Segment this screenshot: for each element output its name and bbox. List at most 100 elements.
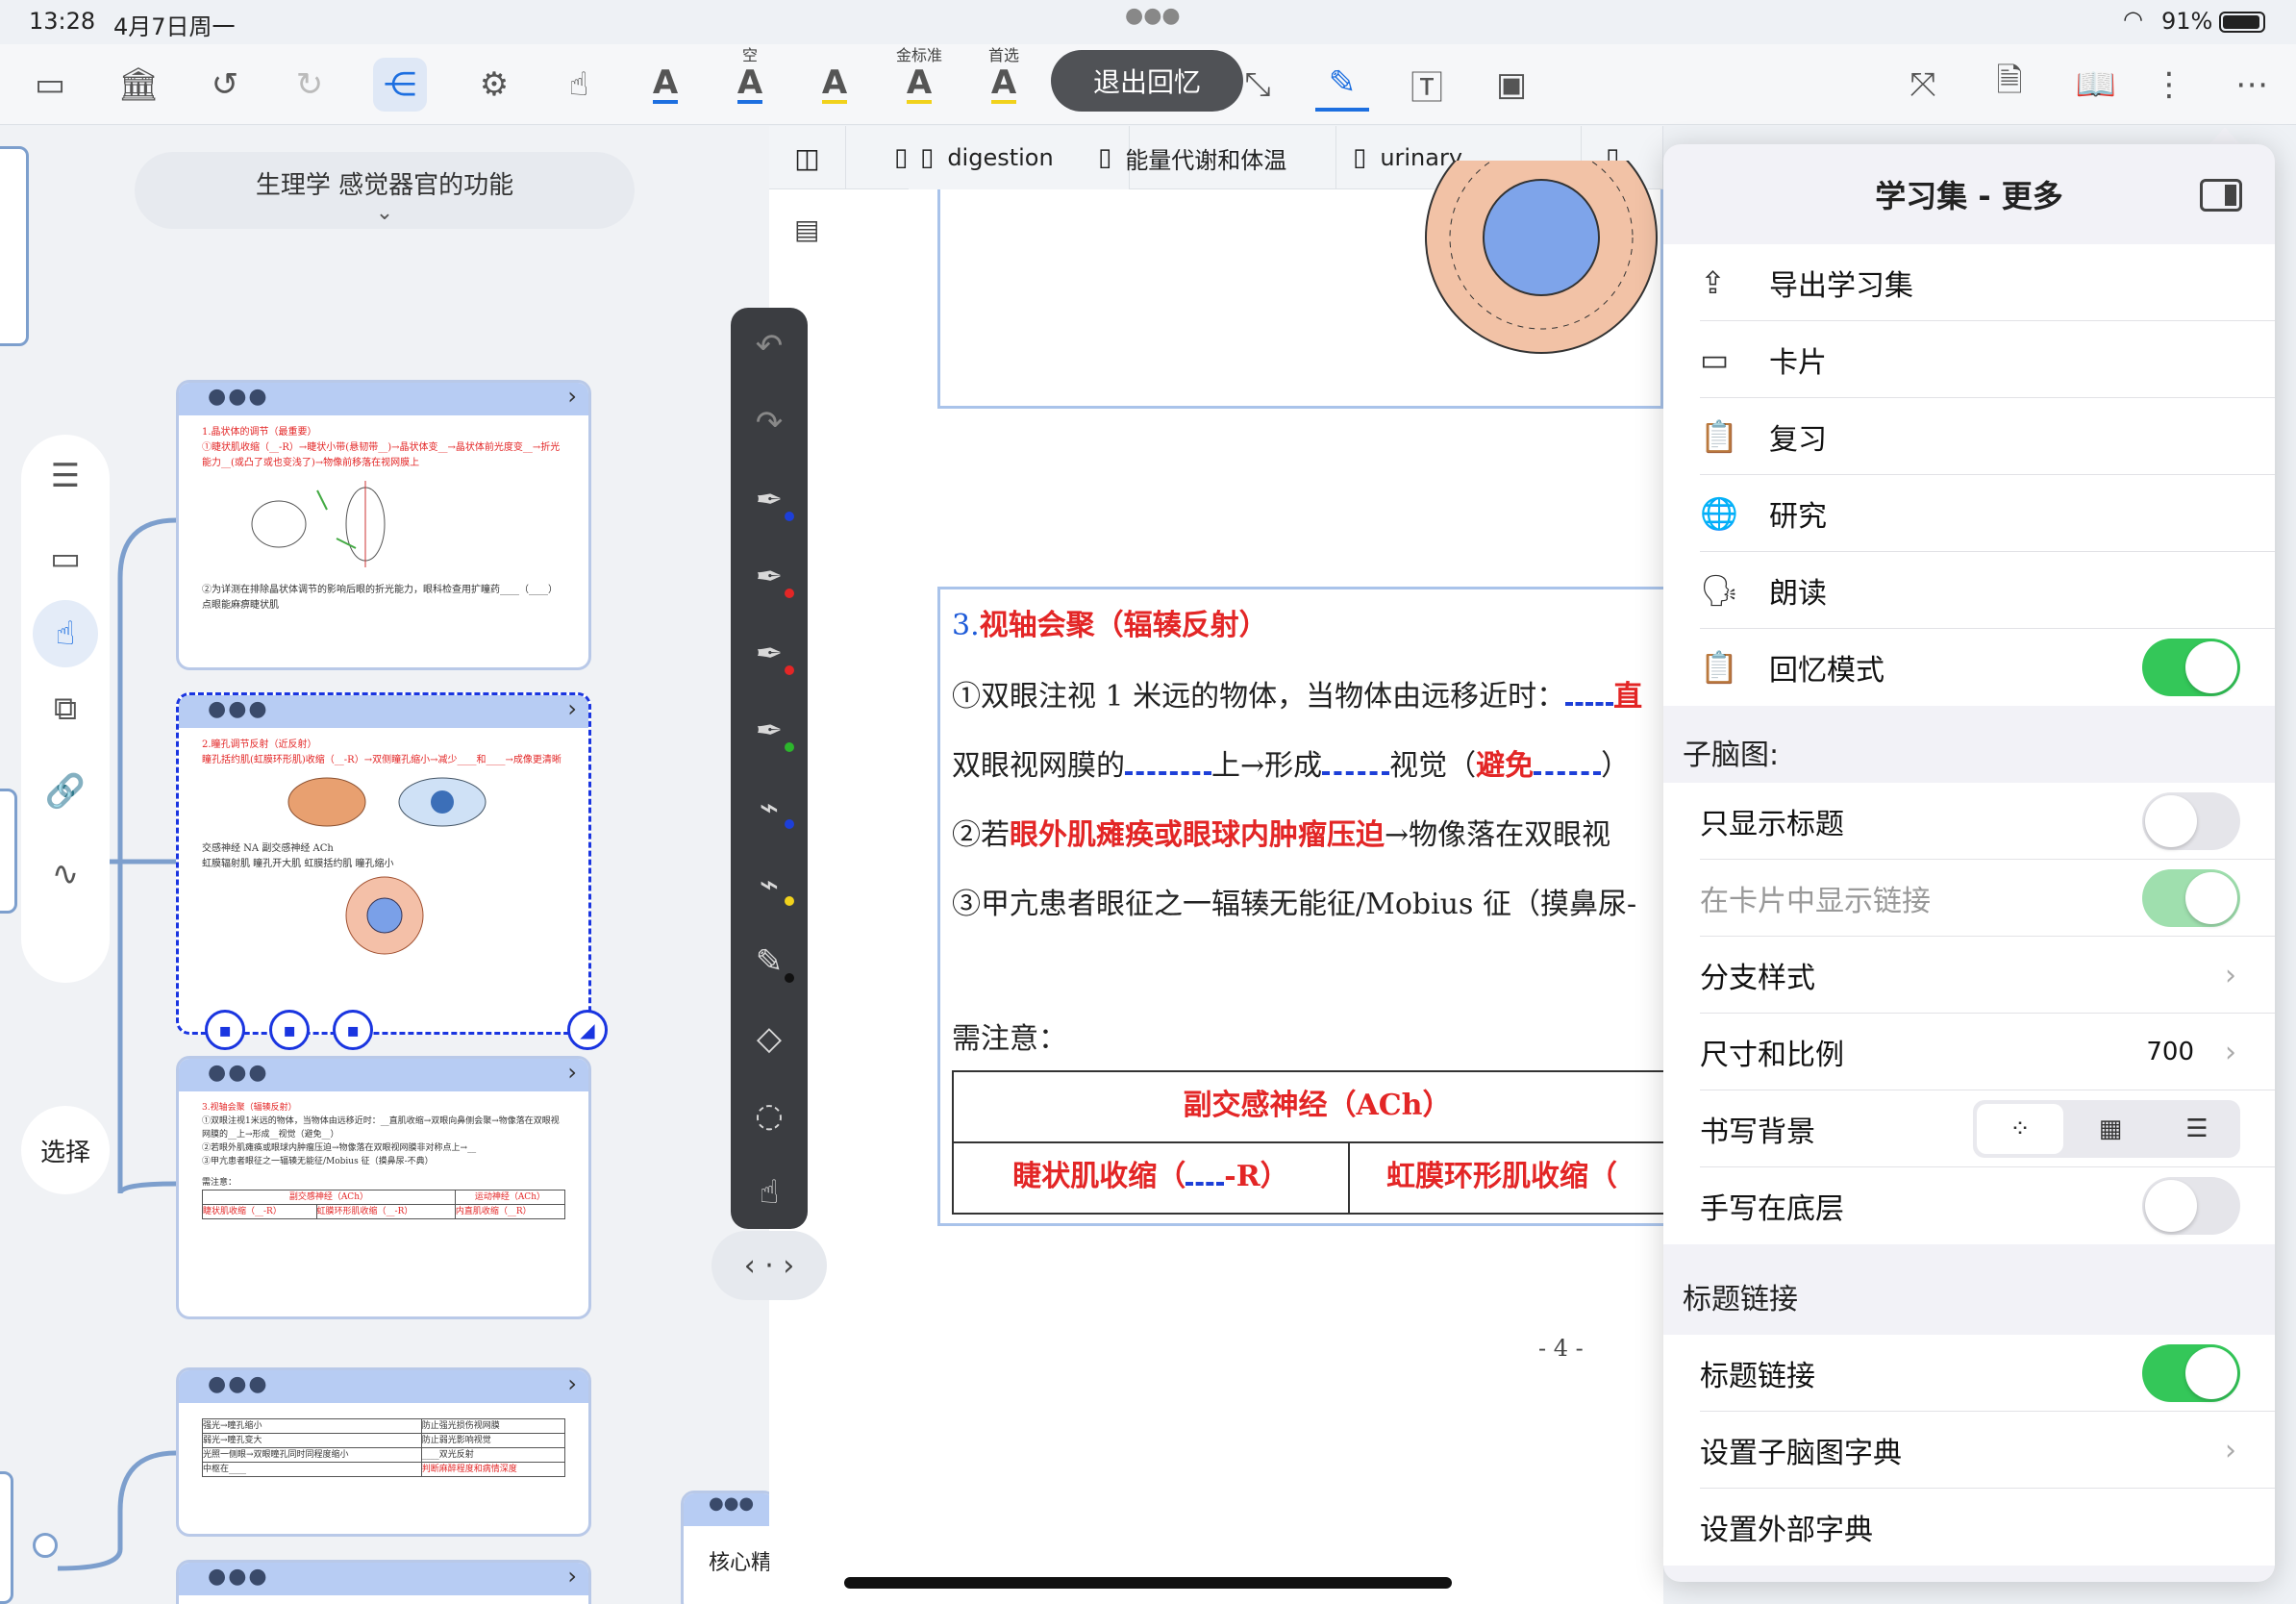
undo-icon[interactable]: ↺ — [198, 58, 252, 112]
pen-style-a-icon[interactable]: A — [638, 58, 692, 112]
left-offscreen-node[interactable] — [0, 146, 29, 346]
write-bottom-layer-toggle[interactable] — [2142, 1177, 2240, 1235]
pen-style-gold-icon[interactable]: 金标准 A — [892, 46, 946, 112]
mindmap-card-5[interactable]: ●●● › — [176, 1560, 591, 1604]
redo-icon[interactable]: ↻ — [283, 58, 337, 112]
research-item[interactable]: 🌐 研究 — [1663, 475, 2275, 552]
highlighter-blue-icon[interactable]: ⌁ — [731, 769, 808, 846]
more-vertical-icon[interactable]: ⋮ — [2142, 58, 2196, 112]
pen-style-b-icon[interactable]: A — [808, 58, 861, 112]
pencil-icon[interactable]: ✎ — [1315, 58, 1369, 112]
title-link-toggle[interactable] — [2142, 1344, 2240, 1402]
layout-icon[interactable]: ▭ — [21, 517, 110, 600]
search-document-icon[interactable]: 🗎 — [1983, 58, 2036, 112]
mindmap-card-2-selected[interactable]: ●●● › 2.瞳孔调节反射（近反射） 瞳孔括约肌(虹膜环形肌)收缩（__-R）→… — [176, 692, 591, 1035]
write-bottom-layer-item: 手写在底层 — [1663, 1167, 2275, 1244]
recall-mode-toggle[interactable] — [2142, 639, 2240, 696]
document-icon: ▯ — [894, 143, 909, 172]
iris-illustration — [345, 876, 424, 955]
lines-icon[interactable]: ☰ — [2154, 1100, 2240, 1158]
bookmark-book-icon[interactable]: 📖 — [2069, 58, 2123, 112]
chevron-right-icon[interactable]: › — [567, 383, 577, 410]
palette-undo-icon[interactable]: ↶ — [731, 308, 808, 385]
comment-icon[interactable]: ▪ — [205, 1010, 245, 1050]
chevron-right-icon[interactable]: › — [567, 1059, 577, 1086]
show-links-toggle[interactable] — [2142, 869, 2240, 927]
pen-style-first-icon[interactable]: 首选 A — [977, 46, 1031, 112]
add-child-icon[interactable]: ▪ — [269, 1010, 310, 1050]
branch-style-item[interactable]: 分支样式 › — [1663, 937, 2275, 1014]
collapse-icon[interactable]: ⤧ — [1896, 58, 1950, 112]
size-ratio-item[interactable]: 尺寸和比例 700 › — [1663, 1014, 2275, 1090]
list-icon[interactable]: ☰ — [21, 435, 110, 517]
hand-pointer-icon[interactable]: ☝ — [552, 58, 606, 112]
card-menu-icon[interactable]: ●●● — [208, 1372, 269, 1396]
iris-figure — [1425, 161, 1658, 354]
exit-recall-button[interactable]: 退出回忆 — [1051, 50, 1243, 112]
chevron-down-icon[interactable]: ⌄ — [135, 201, 635, 225]
highlighter-yellow-icon[interactable]: ⌁ — [731, 846, 808, 923]
pen-style-blank-icon[interactable]: 空A — [723, 46, 777, 112]
image-icon[interactable]: ▣ — [1485, 58, 1538, 112]
mindmap-icon[interactable]: ⋲ — [373, 58, 427, 112]
sub-map-dictionary-item[interactable]: 设置子脑图字典 › — [1663, 1412, 2275, 1489]
external-dictionary-item[interactable]: 设置外部字典 — [1663, 1489, 2275, 1566]
card-menu-icon[interactable]: ●●● — [208, 385, 269, 409]
titles-only-toggle[interactable] — [2142, 792, 2240, 850]
notebook-icon[interactable]: ▤ — [794, 213, 819, 245]
resize-handle-icon[interactable]: ◢ — [567, 1010, 608, 1050]
text-box-icon[interactable]: 🅃 — [1400, 58, 1454, 112]
fountain-pen-green-icon[interactable]: ✒ — [731, 692, 808, 769]
squiggle-icon[interactable]: ∿ — [21, 833, 110, 915]
lens-sketch-illustration — [251, 481, 386, 567]
pencil-black-icon[interactable]: ✎ — [731, 923, 808, 1000]
clipboard-icon: 📋 — [1700, 418, 1738, 455]
copy-icon[interactable]: ⧉ — [21, 667, 110, 750]
library-icon[interactable]: 🏛 — [112, 58, 165, 112]
card-menu-icon[interactable]: ●●● — [208, 697, 269, 721]
chevron-right-icon[interactable]: › — [567, 1563, 577, 1590]
add-sibling-icon[interactable]: ▪ — [333, 1010, 373, 1050]
dots-grid-icon[interactable]: ⁘ — [1977, 1104, 2063, 1154]
select-button[interactable]: 选择 — [21, 1106, 110, 1194]
left-offscreen-node-3[interactable] — [0, 1471, 13, 1604]
left-offscreen-node-2[interactable] — [0, 789, 17, 914]
fountain-pen-blue-icon[interactable]: ✒ — [731, 462, 808, 539]
fountain-pen-red-icon[interactable]: ✒ — [731, 539, 808, 615]
sidebar-toggle-icon[interactable]: ▭ — [23, 58, 77, 112]
fountain-pen-red2-icon[interactable]: ✒ — [731, 615, 808, 692]
chevron-right-icon: › — [2225, 958, 2236, 992]
palette-collapse-icon[interactable]: ‹ · › — [711, 1231, 827, 1300]
review-item[interactable]: 📋 复习 — [1663, 398, 2275, 475]
mindmap-card-1[interactable]: ●●● › 1.晶状体的调节（最重要） ①睫状肌收缩（__-R）→睫状小带(悬韧带… — [176, 380, 591, 670]
touch-pointer-icon[interactable]: ☝ — [731, 1154, 808, 1231]
cards-item[interactable]: ▭ 卡片 — [1663, 321, 2275, 398]
chevron-right-icon[interactable]: › — [567, 1370, 577, 1397]
palette-redo-icon[interactable]: ↷ — [731, 385, 808, 462]
lasso-icon[interactable]: ◌ — [731, 1077, 808, 1154]
chevron-right-icon[interactable]: › — [567, 695, 577, 722]
card-menu-icon[interactable]: ●●● — [684, 1493, 774, 1526]
mindmap-card-partial[interactable]: ●●● 核心精 — [681, 1491, 777, 1604]
square-grid-icon[interactable]: ▦ — [2067, 1100, 2154, 1158]
card-line: ③甲亢患者眼征之一辐辏无能征/Mobius 征（摸鼻尿-不典） — [202, 1157, 434, 1166]
card-menu-icon[interactable]: ●●● — [208, 1565, 269, 1589]
read-aloud-item[interactable]: 🗣 朗读 — [1663, 552, 2275, 629]
multitask-dots-icon[interactable]: ●●● — [1125, 4, 1181, 28]
eraser-icon[interactable]: ◇ — [731, 1000, 808, 1077]
mindmap-card-4[interactable]: ●●● › 强光→瞳孔缩小 防止强光损伤视网膜 弱光→瞳孔变大 防止弱光影响视觉 光照… — [176, 1367, 591, 1537]
link-icon[interactable]: 🔗 — [21, 750, 110, 833]
hand-tool-icon[interactable]: ☝ — [33, 600, 98, 667]
settings-gear-icon[interactable]: ⚙ — [467, 58, 521, 112]
card-line: 3.视轴会聚（辐辏反射） — [202, 1103, 297, 1113]
export-study-set[interactable]: ⇪ 导出学习集 — [1663, 244, 2275, 321]
collapse-node-icon[interactable] — [33, 1533, 58, 1558]
split-view-icon[interactable]: ◫ — [769, 126, 846, 189]
tab-energy[interactable]: ▯ 能量代谢和体温 — [1086, 126, 1336, 189]
mindmap-title-pill[interactable]: 生理学 感觉器官的功能 ⌄ — [135, 152, 635, 229]
card-menu-icon[interactable]: ●●● — [208, 1061, 269, 1085]
card-line: 1.晶状体的调节（最重要） — [202, 427, 317, 438]
sidebar-panel-icon[interactable] — [2200, 179, 2242, 212]
more-horizontal-icon[interactable]: ⋯ — [2225, 58, 2279, 112]
mindmap-card-3[interactable]: ●●● › 3.视轴会聚（辐辏反射） ①双眼注视1米远的物体，当物体由远移近时：_… — [176, 1056, 591, 1319]
